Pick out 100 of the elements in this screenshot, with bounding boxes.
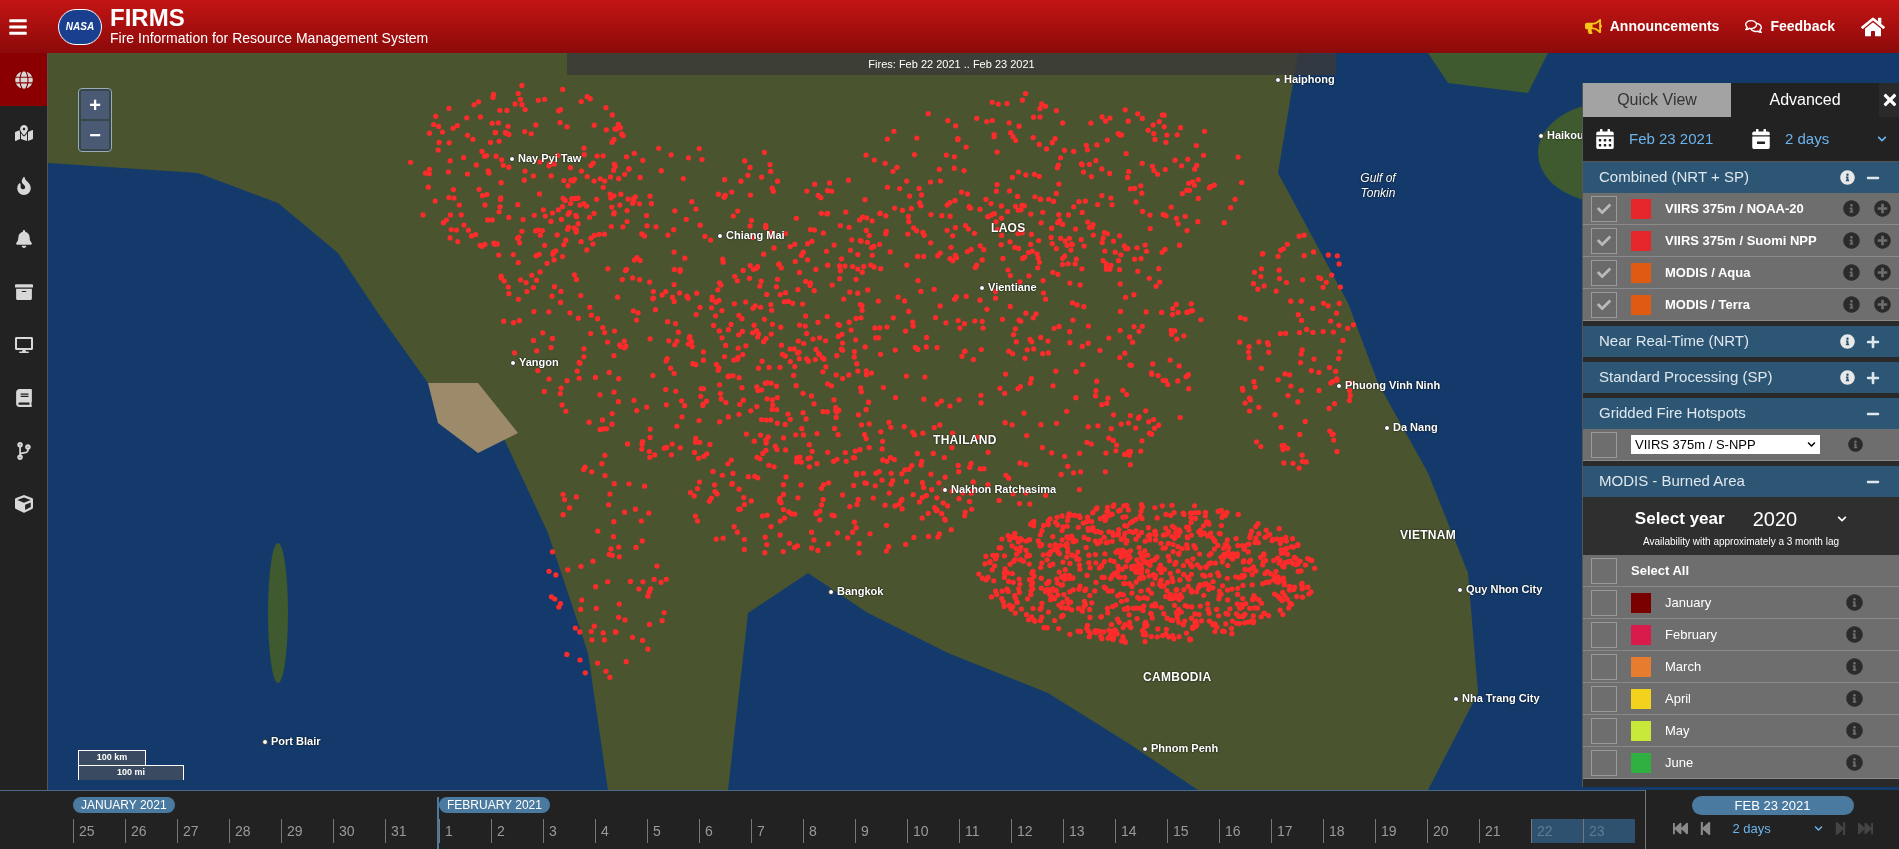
layer-row[interactable]: VIIRS 375m / NOAA-20 (1583, 193, 1899, 225)
timeline-day[interactable]: 25 (73, 819, 125, 843)
info-icon[interactable] (1843, 296, 1860, 313)
timeline-day[interactable]: 29 (281, 819, 333, 843)
info-icon[interactable] (1846, 722, 1863, 739)
checkbox[interactable] (1591, 653, 1617, 680)
info-icon[interactable] (1843, 264, 1860, 281)
timeline-day[interactable]: 1 (439, 819, 491, 843)
map-label: CAMBODIA (1143, 669, 1212, 686)
scale-bar: 100 mi (78, 765, 184, 780)
layer-row[interactable]: April (1583, 683, 1899, 715)
month-label: February (1665, 625, 1719, 644)
info-icon[interactable] (1846, 754, 1863, 771)
layer-row[interactable]: June (1583, 747, 1899, 779)
info-icon[interactable] (1843, 200, 1860, 217)
section-header[interactable]: Standard Processing (SP) (1583, 362, 1899, 393)
add-icon[interactable] (1874, 296, 1891, 313)
timeline-day[interactable]: 11 (959, 819, 1011, 843)
timeline-day[interactable]: 31 (385, 819, 437, 843)
timeline-day[interactable]: 14 (1115, 819, 1167, 843)
checkbox[interactable] (1591, 621, 1617, 648)
sidebar-item[interactable] (0, 53, 47, 106)
timeline-day[interactable]: 20 (1427, 819, 1479, 843)
info-icon[interactable] (1840, 334, 1855, 349)
timeline-day[interactable]: 7 (751, 819, 803, 843)
menu-icon[interactable] (8, 16, 28, 37)
checkbox[interactable] (1591, 195, 1617, 222)
add-icon[interactable] (1874, 200, 1891, 217)
timeline-day[interactable]: 9 (855, 819, 907, 843)
timeline-day[interactable]: 3 (543, 819, 595, 843)
layer-label: MODIS / Aqua (1665, 263, 1752, 282)
year-dropdown[interactable]: 2020 (1752, 503, 1848, 534)
layer-row[interactable]: January (1583, 587, 1899, 619)
current-date-pill[interactable]: FEB 23 2021 (1691, 796, 1854, 815)
range-dropdown[interactable]: 2 days (1732, 819, 1823, 839)
section-header[interactable]: MODIS - Burned Area (1583, 466, 1899, 497)
info-icon[interactable] (1846, 626, 1863, 643)
layer-row[interactable]: February (1583, 619, 1899, 651)
timeline-day[interactable]: 4 (595, 819, 647, 843)
timeline-day[interactable]: 8 (803, 819, 855, 843)
info-icon[interactable] (1846, 658, 1863, 675)
timeline-day[interactable]: 10 (907, 819, 959, 843)
zoom-in-button[interactable]: + (81, 91, 109, 119)
checkbox[interactable] (1591, 259, 1617, 286)
panel-tab[interactable]: Advanced (1731, 83, 1880, 117)
timeline-day[interactable]: 12 (1011, 819, 1063, 843)
info-icon[interactable] (1846, 594, 1863, 611)
layer-row[interactable]: May (1583, 715, 1899, 747)
checkbox[interactable] (1591, 291, 1617, 318)
map-label: Haiphong (1284, 73, 1335, 87)
zoom-out-button[interactable]: − (81, 121, 109, 149)
checkbox[interactable] (1591, 589, 1617, 616)
checkbox[interactable] (1591, 685, 1617, 712)
checkbox[interactable] (1591, 717, 1617, 744)
checkbox[interactable] (1591, 557, 1617, 584)
add-icon[interactable] (1874, 232, 1891, 249)
close-icon[interactable] (1881, 91, 1899, 109)
timeline-day[interactable]: 17 (1271, 819, 1323, 843)
timeline-day[interactable]: 19 (1375, 819, 1427, 843)
section-header[interactable]: Near Real-Time (NRT) (1583, 326, 1899, 357)
layer-row[interactable]: Select All (1583, 555, 1899, 587)
announcements-link[interactable]: Announcements (1584, 16, 1720, 37)
checkbox[interactable] (1591, 749, 1617, 776)
panel-tab[interactable]: Quick View (1583, 83, 1732, 117)
info-icon[interactable] (1846, 690, 1863, 707)
timeline-day[interactable]: 26 (125, 819, 177, 843)
timeline-day[interactable]: 2 (491, 819, 543, 843)
layer-row[interactable]: VIIRS 375m / Suomi NPP (1583, 225, 1899, 257)
timeline-day[interactable]: 16 (1219, 819, 1271, 843)
layer-row[interactable]: MODIS / Aqua (1583, 257, 1899, 289)
timeline-day[interactable]: 5 (647, 819, 699, 843)
chevron-down-icon (1877, 134, 1887, 144)
checkbox[interactable] (1591, 227, 1617, 254)
timeline-day[interactable]: 30 (333, 819, 385, 843)
skip-back-icon[interactable] (1672, 821, 1688, 837)
layer-dropdown[interactable]: VIIRS 375m / S-NPP (1631, 435, 1820, 454)
feedback-link[interactable]: Feedback (1745, 16, 1835, 37)
range-dropdown[interactable]: 2 days (1785, 127, 1887, 151)
layer-row[interactable]: MODIS / Terra (1583, 289, 1899, 321)
timeline-day[interactable]: 6 (699, 819, 751, 843)
layer-row[interactable]: March (1583, 651, 1899, 683)
bell-icon (14, 229, 33, 248)
timeline-day[interactable]: 18 (1323, 819, 1375, 843)
add-icon[interactable] (1874, 264, 1891, 281)
date-field[interactable]: Feb 23 2021 (1629, 127, 1719, 151)
info-icon[interactable] (1847, 436, 1863, 453)
checkbox[interactable] (1591, 431, 1617, 458)
calendar-minus-icon[interactable] (1751, 129, 1771, 149)
logo[interactable]: NASA (58, 8, 102, 45)
timeline-day[interactable]: 13 (1063, 819, 1115, 843)
timeline-day[interactable]: 27 (177, 819, 229, 843)
timeline-day[interactable]: 15 (1167, 819, 1219, 843)
section-header[interactable]: Gridded Fire Hotspots (1583, 398, 1899, 429)
calendar-icon[interactable] (1595, 129, 1615, 149)
timeline-day[interactable]: 28 (229, 819, 281, 843)
info-icon[interactable] (1840, 370, 1855, 385)
info-icon[interactable] (1843, 232, 1860, 249)
section-header[interactable]: Combined (NRT + SP) (1583, 162, 1899, 193)
info-icon[interactable] (1840, 170, 1855, 185)
layer-row[interactable]: VIIRS 375m / S-NPP (1583, 429, 1899, 461)
